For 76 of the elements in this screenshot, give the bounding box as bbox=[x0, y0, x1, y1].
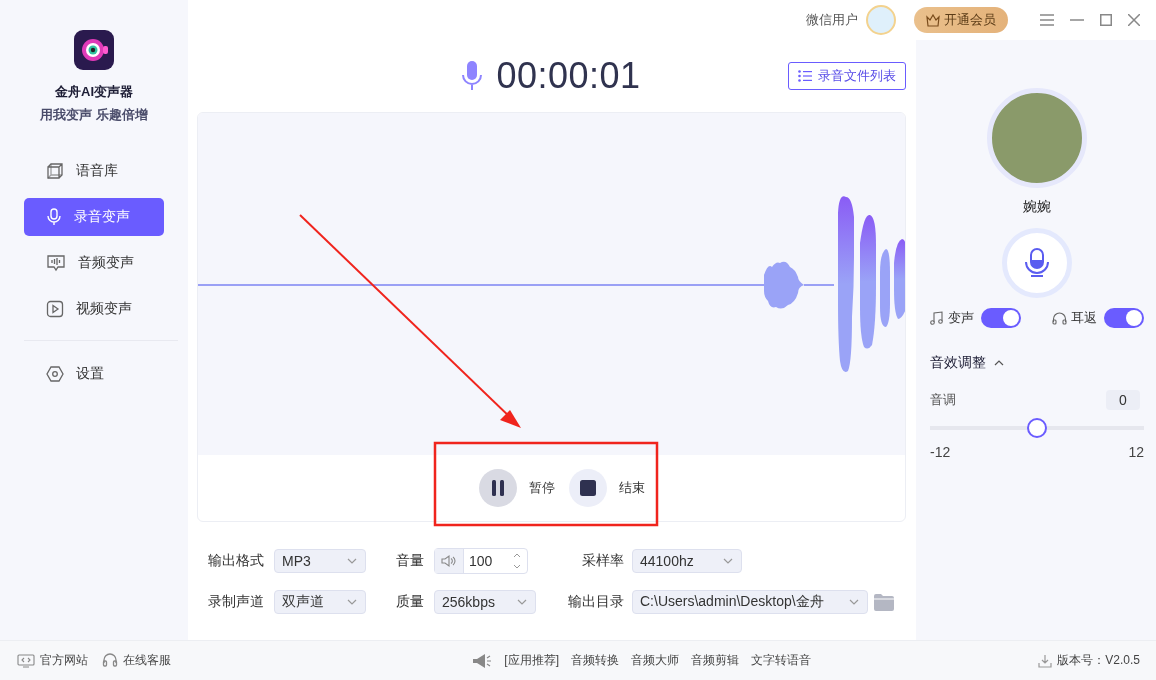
footer-link[interactable]: 在线客服 bbox=[123, 652, 171, 669]
download-icon bbox=[1038, 653, 1053, 668]
voice-name: 婉婉 bbox=[1023, 198, 1051, 216]
field-label: 输出格式 bbox=[208, 552, 265, 570]
speaker-icon bbox=[441, 554, 457, 568]
app-link[interactable]: 音频转换 bbox=[571, 652, 619, 669]
audio-bubble-icon bbox=[46, 254, 66, 272]
crown-icon bbox=[926, 13, 940, 27]
music-note-icon bbox=[930, 311, 944, 325]
close-icon[interactable] bbox=[1128, 14, 1140, 26]
field-label: 质量 bbox=[396, 593, 425, 611]
app-link[interactable]: 音频大师 bbox=[631, 652, 679, 669]
vip-button[interactable]: 开通会员 bbox=[914, 7, 1008, 33]
app-link[interactable]: 音频剪辑 bbox=[691, 652, 739, 669]
headset-icon bbox=[102, 653, 118, 668]
recording-timer: 00:00:01 bbox=[496, 55, 641, 97]
slider-thumb[interactable] bbox=[1027, 418, 1047, 438]
dropdown[interactable]: 双声道 bbox=[274, 590, 366, 614]
headphones-icon bbox=[1052, 311, 1067, 325]
toggle-label: 耳返 bbox=[1071, 309, 1097, 327]
chevron-down-icon bbox=[347, 599, 357, 605]
spinner-arrows-icon[interactable] bbox=[513, 552, 521, 570]
nav-item[interactable]: 语音库 bbox=[24, 152, 164, 190]
promo-label: [应用推荐] bbox=[504, 652, 559, 669]
user-name: 微信用户 bbox=[806, 11, 858, 29]
settings-icon bbox=[46, 365, 64, 383]
list-icon bbox=[798, 70, 812, 82]
pause-icon bbox=[491, 480, 504, 496]
pitch-value: 0 bbox=[1106, 390, 1140, 410]
version-label: 版本号：V2.0.5 bbox=[1057, 652, 1140, 669]
slider-max-label: 12 bbox=[1128, 444, 1144, 460]
chevron-down-icon bbox=[347, 558, 357, 564]
app-link[interactable]: 文字转语音 bbox=[751, 652, 811, 669]
toggle-switch[interactable] bbox=[981, 308, 1021, 328]
cube-icon bbox=[46, 162, 64, 180]
user-avatar bbox=[866, 5, 896, 35]
footer-link[interactable]: 官方网站 bbox=[40, 652, 88, 669]
pause-label: 暂停 bbox=[528, 479, 555, 497]
pitch-label: 音调 bbox=[930, 391, 956, 409]
field-label: 音量 bbox=[396, 552, 425, 570]
dropdown[interactable]: MP3 bbox=[274, 549, 366, 573]
volume-field[interactable]: 100 bbox=[434, 548, 528, 574]
microphone-icon bbox=[1024, 248, 1050, 278]
field-label: 输出目录 bbox=[567, 593, 625, 611]
stop-button[interactable] bbox=[568, 469, 607, 507]
nav-item[interactable]: 设置 bbox=[24, 355, 164, 393]
field-label: 采样率 bbox=[581, 552, 625, 570]
pause-button[interactable] bbox=[478, 469, 517, 507]
microphone-icon bbox=[462, 61, 483, 91]
toggle-label: 变声 bbox=[948, 309, 974, 327]
toggle-switch[interactable] bbox=[1104, 308, 1144, 328]
chevron-down-icon bbox=[517, 599, 527, 605]
app-slogan: 用我变声 乐趣倍增 bbox=[40, 106, 148, 124]
microphone-icon bbox=[46, 208, 62, 226]
maximize-icon[interactable] bbox=[1100, 14, 1112, 26]
chevron-down-icon bbox=[849, 599, 859, 605]
chevron-down-icon bbox=[723, 558, 733, 564]
nav-item[interactable]: 录音变声 bbox=[24, 198, 164, 236]
monitor-code-icon bbox=[17, 653, 35, 668]
chevron-icon[interactable] bbox=[994, 360, 1004, 366]
slider-min-label: -12 bbox=[930, 444, 951, 460]
stop-label: 结束 bbox=[618, 479, 645, 497]
play-icon bbox=[46, 300, 64, 318]
field-label: 录制声道 bbox=[208, 593, 265, 611]
menu-icon[interactable] bbox=[1040, 14, 1054, 26]
megaphone-icon bbox=[472, 652, 493, 669]
dropdown[interactable]: 256kbps bbox=[434, 590, 536, 614]
nav-item[interactable]: 音频变声 bbox=[24, 244, 164, 282]
dropdown[interactable]: 44100hz bbox=[632, 549, 742, 573]
app-logo-icon bbox=[74, 30, 114, 70]
nav-item[interactable]: 视频变声 bbox=[24, 290, 164, 328]
stop-icon bbox=[579, 480, 596, 496]
file-list-button[interactable]: 录音文件列表 bbox=[788, 62, 906, 90]
app-name: 金舟AI变声器 bbox=[55, 83, 133, 101]
section-title: 音效调整 bbox=[930, 354, 986, 372]
path-dropdown[interactable]: C:\Users\admin\Desktop\金舟 bbox=[632, 590, 868, 614]
